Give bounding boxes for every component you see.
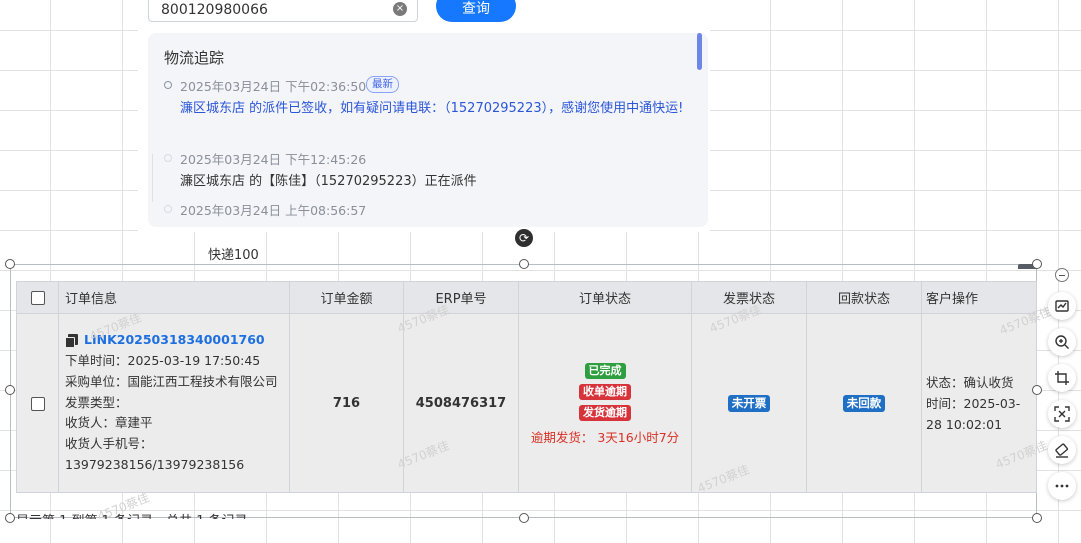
- invoice-status-cell: 未开票: [691, 313, 807, 493]
- column-header-customer-ops: 客户操作: [921, 281, 1037, 314]
- crop-icon: [1055, 371, 1069, 385]
- more-icon: [1055, 484, 1069, 488]
- overdue-value: 3天16小时7分: [597, 429, 680, 445]
- row-select-cell: [16, 313, 59, 493]
- tracking-title: 物流追踪: [164, 49, 225, 67]
- order-number-link[interactable]: LINK20250318340001760: [84, 330, 265, 351]
- order-info-cell: LINK20250318340001760 下单时间：2025-03-19 17…: [58, 313, 290, 493]
- erp-number: 4508476317: [415, 396, 507, 411]
- timeline-line: [152, 154, 153, 202]
- tracking-number-field[interactable]: ×: [148, 0, 418, 22]
- invoice-status-badge: 未开票: [727, 394, 771, 412]
- column-header-amount: 订单金额: [289, 281, 404, 314]
- select-all-column: [16, 281, 59, 314]
- zoom-in-button[interactable]: [1048, 328, 1076, 356]
- logistics-tracking-panel: 物流追踪 2025年03月24日 下午02:36:50 最新 濂区城东店 的派件…: [148, 33, 708, 227]
- resize-handle-bottom[interactable]: [519, 513, 529, 523]
- erp-number-cell: 4508476317: [403, 313, 519, 493]
- customer-status: 状态：确认收货: [926, 374, 1014, 390]
- overdue-label: 逾期发货：: [530, 429, 594, 445]
- clear-icon[interactable]: ×: [393, 2, 407, 16]
- tracking-source-label: 快递100: [208, 248, 259, 263]
- payment-status-cell: 未回款: [806, 313, 922, 493]
- status-tag: 发货逾期: [579, 404, 631, 421]
- timeline-dot: [164, 205, 172, 213]
- table-footer-summary: 显示第 1 到第 1 条记录，总共 1 条记录: [16, 510, 248, 519]
- scan-button[interactable]: [1048, 400, 1076, 428]
- eraser-button[interactable]: [1048, 436, 1076, 464]
- order-amount: 716: [332, 396, 361, 411]
- tracking-scrollbar[interactable]: [697, 33, 702, 70]
- resize-handle-top[interactable]: [519, 259, 529, 269]
- resize-handle-top-left[interactable]: [5, 259, 15, 269]
- receiver: 收货人：章建平: [65, 415, 153, 431]
- resize-handle-left[interactable]: [5, 385, 15, 395]
- status-tags: 已完成收单逾期发货逾期: [519, 361, 691, 423]
- table-row: LINK20250318340001760 下单时间：2025-03-19 17…: [16, 313, 1037, 493]
- event-description: 濂区城东店 的【陈佳】（15270295223）正在派件: [180, 174, 477, 189]
- column-header-erp: ERP单号: [403, 281, 519, 314]
- column-header-invoice-status: 发票状态: [691, 281, 807, 314]
- order-status-cell: 已完成收单逾期发货逾期 逾期发货： 3天16小时7分: [518, 313, 692, 493]
- overdue-shipping: 逾期发货： 3天16小时7分: [519, 427, 691, 446]
- table-header-row: 订单信息 订单金额 ERP单号 订单状态 发票状态 回款状态 客户操作: [16, 281, 1037, 314]
- tracking-number-input[interactable]: [161, 0, 381, 20]
- event-description: 濂区城东店 的派件已签收，如有疑问请电联：（15270295223），感谢您使用…: [180, 101, 684, 116]
- timeline-dot: [164, 154, 172, 162]
- customer-time: 时间：2025-03-28 10:02:01: [926, 395, 1021, 432]
- column-header-payment-status: 回款状态: [806, 281, 922, 314]
- resize-handle-bottom-left[interactable]: [5, 513, 15, 523]
- status-tag: 收单逾期: [579, 383, 631, 400]
- invoice-type: 发票类型：: [65, 394, 128, 410]
- rotate-icon[interactable]: ⟳: [515, 229, 533, 247]
- scan-icon: [1054, 406, 1070, 422]
- row-checkbox[interactable]: [30, 396, 45, 411]
- chart-button[interactable]: [1048, 292, 1076, 320]
- order-table: 订单信息 订单金额 ERP单号 订单状态 发票状态 回款状态 客户操作 LINK…: [16, 281, 1037, 493]
- status-tag: 已完成: [584, 362, 626, 379]
- more-button[interactable]: [1048, 472, 1076, 500]
- latest-badge: 最新: [366, 76, 399, 93]
- resize-handle-bottom-right[interactable]: [1032, 513, 1042, 523]
- buyer-unit: 采购单位：国能江西工程技术有限公司: [65, 373, 278, 389]
- query-button[interactable]: 查询: [436, 0, 516, 22]
- receiver-phone-label: 收货人手机号：: [65, 436, 153, 452]
- timeline-dot: [164, 81, 172, 89]
- resize-handle-right[interactable]: [1032, 385, 1042, 395]
- zoom-in-icon: [1055, 335, 1069, 349]
- select-all-checkbox[interactable]: [30, 290, 45, 305]
- customer-ops-cell: 状态：确认收货 时间：2025-03-28 10:02:01: [921, 313, 1037, 493]
- receiver-phone: 13979238156/13979238156: [65, 456, 245, 472]
- column-header-order-status: 订单状态: [518, 281, 692, 314]
- order-time: 下单时间：2025-03-19 17:50:45: [65, 353, 261, 368]
- chart-icon: [1055, 300, 1069, 312]
- event-time: 2025年03月24日 上午08:56:57: [180, 203, 367, 218]
- event-time: 2025年03月24日 下午12:45:26: [180, 152, 367, 167]
- crop-button[interactable]: [1048, 364, 1076, 392]
- order-amount-cell: 716: [289, 313, 404, 493]
- zoom-out-icon[interactable]: [1055, 268, 1069, 282]
- payment-status-badge: 未回款: [842, 394, 886, 412]
- resize-handle-top-right[interactable]: [1032, 259, 1042, 269]
- eraser-icon: [1055, 443, 1069, 458]
- column-header-order-info: 订单信息: [58, 281, 290, 314]
- event-time: 2025年03月24日 下午02:36:50: [180, 79, 367, 94]
- copy-icon[interactable]: [65, 333, 79, 348]
